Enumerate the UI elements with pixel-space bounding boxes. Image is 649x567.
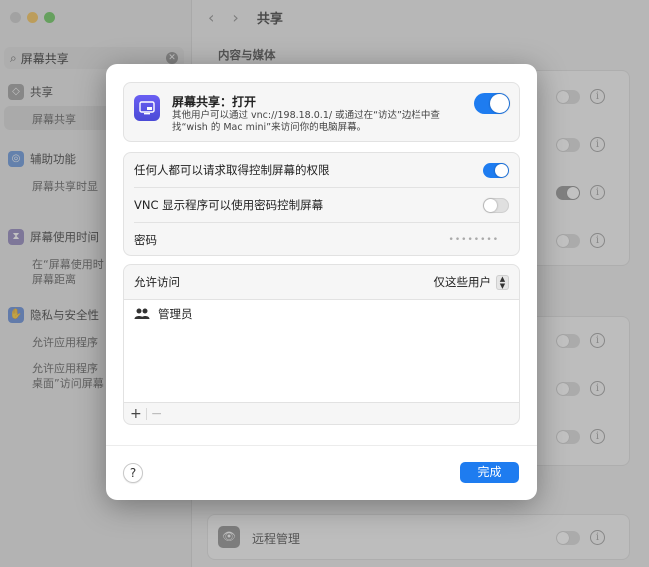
screen-sharing-header-card: 屏幕共享：打开 其他用户可以通过 vnc://198.18.0.1/ 或通过在“… <box>123 82 520 142</box>
allow-access-label: 允许访问 <box>134 275 180 289</box>
option-request-permission: 任何人都可以请求取得控制屏幕的权限 <box>134 153 509 187</box>
add-user-button[interactable]: + <box>130 406 142 422</box>
password-label: 密码 <box>134 233 157 247</box>
allow-access-value: 仅这些用户 <box>433 275 492 289</box>
option-label: 任何人都可以请求取得控制屏幕的权限 <box>134 163 330 177</box>
user-list: 管理员 <box>124 299 519 402</box>
list-item[interactable]: 管理员 <box>134 306 193 322</box>
user-name: 管理员 <box>158 307 193 321</box>
remove-user-button[interactable]: − <box>151 406 163 422</box>
request-permission-toggle[interactable] <box>483 163 509 178</box>
screen-sharing-toggle[interactable] <box>474 93 510 114</box>
group-users-icon <box>134 308 150 319</box>
option-vnc-password: VNC 显示程序可以使用密码控制屏幕 <box>134 188 509 222</box>
list-controls: + − <box>124 402 519 424</box>
screen-sharing-app-icon <box>134 95 160 121</box>
updown-chevron-icon: ▲ ▼ <box>496 274 509 290</box>
allow-access-popup[interactable]: 仅这些用户 ▲ ▼ <box>433 274 509 290</box>
password-field[interactable]: •••••••• <box>449 235 499 245</box>
done-button[interactable]: 完成 <box>460 462 519 483</box>
help-button[interactable]: ? <box>123 463 143 483</box>
option-label: VNC 显示程序可以使用密码控制屏幕 <box>134 198 324 212</box>
allow-access-card: 允许访问 仅这些用户 ▲ ▼ 管理员 + − <box>123 264 520 425</box>
dialog-title: 屏幕共享：打开 <box>172 95 257 109</box>
password-row: 密码 •••••••• <box>134 223 509 257</box>
options-card: 任何人都可以请求取得控制屏幕的权限 VNC 显示程序可以使用密码控制屏幕 密码 … <box>123 152 520 256</box>
divider <box>145 407 147 420</box>
vnc-password-toggle[interactable] <box>483 198 509 213</box>
dialog-description: 其他用户可以通过 vnc://198.18.0.1/ 或通过在“访达”边栏中查找… <box>172 110 440 133</box>
divider <box>106 445 537 446</box>
screen-sharing-dialog: 屏幕共享：打开 其他用户可以通过 vnc://198.18.0.1/ 或通过在“… <box>106 64 537 500</box>
